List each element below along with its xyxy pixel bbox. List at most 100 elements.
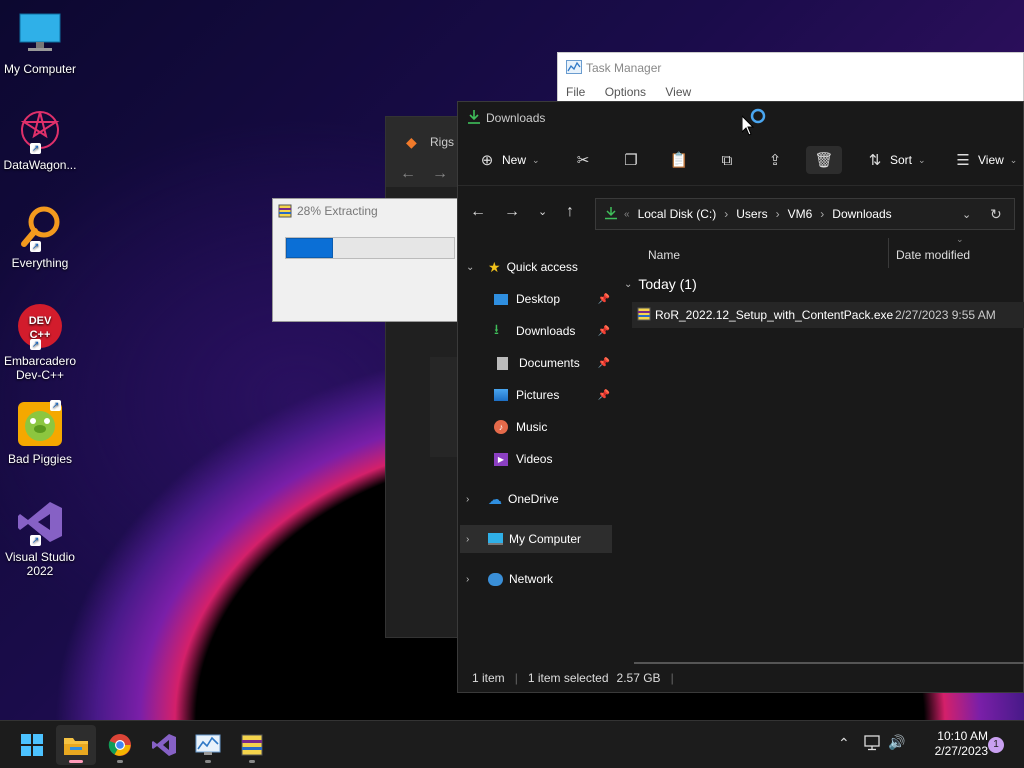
task-manager-icon: [566, 60, 582, 77]
chevron-right-icon: ›: [775, 207, 780, 221]
desktop-icon-my-computer[interactable]: My Computer: [0, 10, 80, 76]
volume-icon[interactable]: 🔊: [888, 734, 905, 751]
folder-icon: [64, 738, 88, 755]
group-header-today[interactable]: ⌄ Today (1): [624, 276, 697, 292]
menu-view[interactable]: View: [665, 85, 691, 99]
address-dropdown-icon[interactable]: ⌄: [962, 208, 971, 221]
copy-button[interactable]: ❐: [620, 146, 642, 174]
delete-button[interactable]: 🗑: [806, 146, 842, 174]
desktop-icon-devcpp[interactable]: DEV C++ ↗ Embarcadero Dev-C++: [0, 302, 80, 382]
nav-label: Downloads: [516, 324, 576, 338]
clock-date: 2/27/2023: [934, 744, 988, 758]
nav-label: Network: [509, 572, 554, 586]
nav-label: Videos: [516, 452, 553, 466]
desktop-icon-datawagon[interactable]: ↗ DataWagon...: [0, 106, 80, 172]
back-arrow-icon[interactable]: ←: [400, 165, 416, 183]
group-label: Today (1): [638, 276, 697, 292]
pin-icon: 📌: [597, 325, 610, 337]
new-button[interactable]: ⊕ New ⌄: [476, 146, 540, 174]
command-bar: ⊕ New ⌄ ✂ ❐ 📋 ⧉ ⇪ 🗑 ⇅ Sort ⌄ ☰ View ⌄: [458, 134, 1023, 186]
menu-options[interactable]: Options: [605, 85, 646, 99]
desktop-icon-label: My Computer: [3, 62, 77, 76]
desktop-icon-visual-studio[interactable]: ↗ Visual Studio 2022: [0, 498, 80, 578]
clock-time: 10:10 AM: [937, 729, 988, 743]
address-bar[interactable]: « Local Disk (C:) › Users › VM6 › Downlo…: [595, 198, 1015, 230]
scissors-icon: ✂: [576, 152, 590, 169]
nav-item-music[interactable]: ♪ Music: [494, 413, 614, 441]
notification-badge[interactable]: 1: [988, 737, 1004, 753]
rename-button[interactable]: ⧉: [716, 146, 738, 174]
view-label: View: [978, 153, 1004, 167]
column-header-name[interactable]: Name: [648, 248, 680, 262]
nav-quick-access[interactable]: ⌄ ★ Quick access: [466, 253, 616, 281]
trash-icon: 🗑: [814, 152, 834, 169]
chevron-down-icon: ⌄: [466, 261, 475, 273]
paste-button[interactable]: 📋: [668, 146, 690, 174]
cloud-icon: ☁: [488, 490, 502, 507]
taskbar-file-explorer[interactable]: [56, 725, 96, 765]
desktop-icon-label: Visual Studio 2022: [5, 550, 75, 578]
overflow-chevron-icon[interactable]: «: [624, 209, 630, 220]
nav-network[interactable]: › Network: [466, 565, 616, 593]
recent-locations-icon[interactable]: ⌄: [538, 205, 547, 218]
rename-icon: ⧉: [721, 151, 733, 169]
breadcrumb-local-disk[interactable]: Local Disk (C:): [638, 207, 717, 221]
rigs-window[interactable]: ◆ Rigs o ← →: [385, 116, 466, 638]
monitor-icon: [16, 10, 64, 58]
nav-item-pictures[interactable]: Pictures 📌: [494, 381, 614, 409]
view-button[interactable]: ☰ View ⌄: [952, 146, 1017, 174]
nav-onedrive[interactable]: › ☁ OneDrive: [466, 485, 616, 513]
back-arrow-icon[interactable]: ←: [470, 203, 486, 221]
chrome-icon: [108, 734, 131, 756]
sort-button[interactable]: ⇅ Sort ⌄: [864, 146, 926, 174]
window-title: Downloads: [486, 111, 546, 125]
desktop-icon-bad-piggies[interactable]: ↗ Bad Piggies: [0, 400, 80, 466]
breadcrumb-vm6[interactable]: VM6: [788, 207, 813, 221]
nav-label: Documents: [519, 356, 580, 370]
datawagon-icon: ↗: [16, 106, 64, 154]
desktop-folder-icon: [494, 293, 508, 305]
taskbar-chrome[interactable]: [100, 725, 140, 765]
status-size: 2.57 GB: [616, 671, 661, 685]
nav-item-downloads[interactable]: ⭳ Downloads 📌: [494, 317, 614, 345]
file-explorer-window[interactable]: Downloads ⊕ New ⌄ ✂ ❐ 📋 ⧉ ⇪ 🗑 ⇅ Sort ⌄ ☰…: [457, 101, 1024, 693]
shortcut-arrow-icon: ↗: [30, 535, 41, 546]
nav-my-computer[interactable]: › My Computer: [460, 525, 612, 553]
taskbar-visual-studio[interactable]: [144, 725, 184, 765]
network-status-icon[interactable]: [864, 735, 882, 754]
nav-item-videos[interactable]: ▶ Videos: [494, 445, 614, 473]
file-list: Name ⌄ Date modified ⌄ Today (1) RoR_202…: [624, 234, 1024, 682]
chevron-down-icon: ⌄: [918, 154, 926, 165]
nav-item-documents[interactable]: Documents 📌: [494, 349, 614, 377]
column-header-date[interactable]: Date modified: [896, 248, 970, 262]
view-list-icon: ☰: [956, 152, 970, 169]
monitor-icon: [488, 533, 503, 545]
pin-icon: 📌: [597, 293, 610, 305]
desktop-icon-everything[interactable]: ↗ Everything: [0, 204, 80, 270]
forward-arrow-icon[interactable]: →: [432, 165, 448, 183]
nav-label: Music: [516, 420, 548, 434]
taskbar-task-manager[interactable]: [188, 725, 228, 765]
refresh-icon[interactable]: ↻: [990, 206, 1002, 223]
chevron-up-icon[interactable]: ⌃: [838, 735, 850, 752]
taskbar-extractor[interactable]: [232, 725, 272, 765]
nav-item-desktop[interactable]: Desktop 📌: [494, 285, 614, 313]
share-button[interactable]: ⇪: [764, 146, 786, 174]
forward-arrow-icon[interactable]: →: [504, 203, 520, 221]
title-bar[interactable]: Downloads: [458, 102, 1023, 136]
extract-dialog[interactable]: 28% Extracting: [272, 198, 458, 322]
menu-file[interactable]: File: [566, 85, 585, 99]
breadcrumb-users[interactable]: Users: [736, 207, 767, 221]
file-date: 2/27/2023 9:55 AM: [895, 308, 996, 322]
file-row[interactable]: RoR_2022.12_Setup_with_ContentPack.exe 2…: [632, 302, 1024, 328]
sort-label: Sort: [890, 153, 913, 167]
breadcrumb-downloads[interactable]: Downloads: [832, 207, 891, 221]
star-icon: ★: [488, 258, 501, 275]
installer-icon: [637, 307, 651, 324]
nav-label: Desktop: [516, 292, 561, 306]
dialog-title: 28% Extracting: [297, 204, 378, 218]
up-arrow-icon[interactable]: ↑: [566, 203, 574, 221]
cut-button[interactable]: ✂: [572, 146, 594, 174]
clock[interactable]: 10:10 AM 2/27/2023: [918, 729, 988, 759]
start-button[interactable]: [12, 725, 52, 765]
